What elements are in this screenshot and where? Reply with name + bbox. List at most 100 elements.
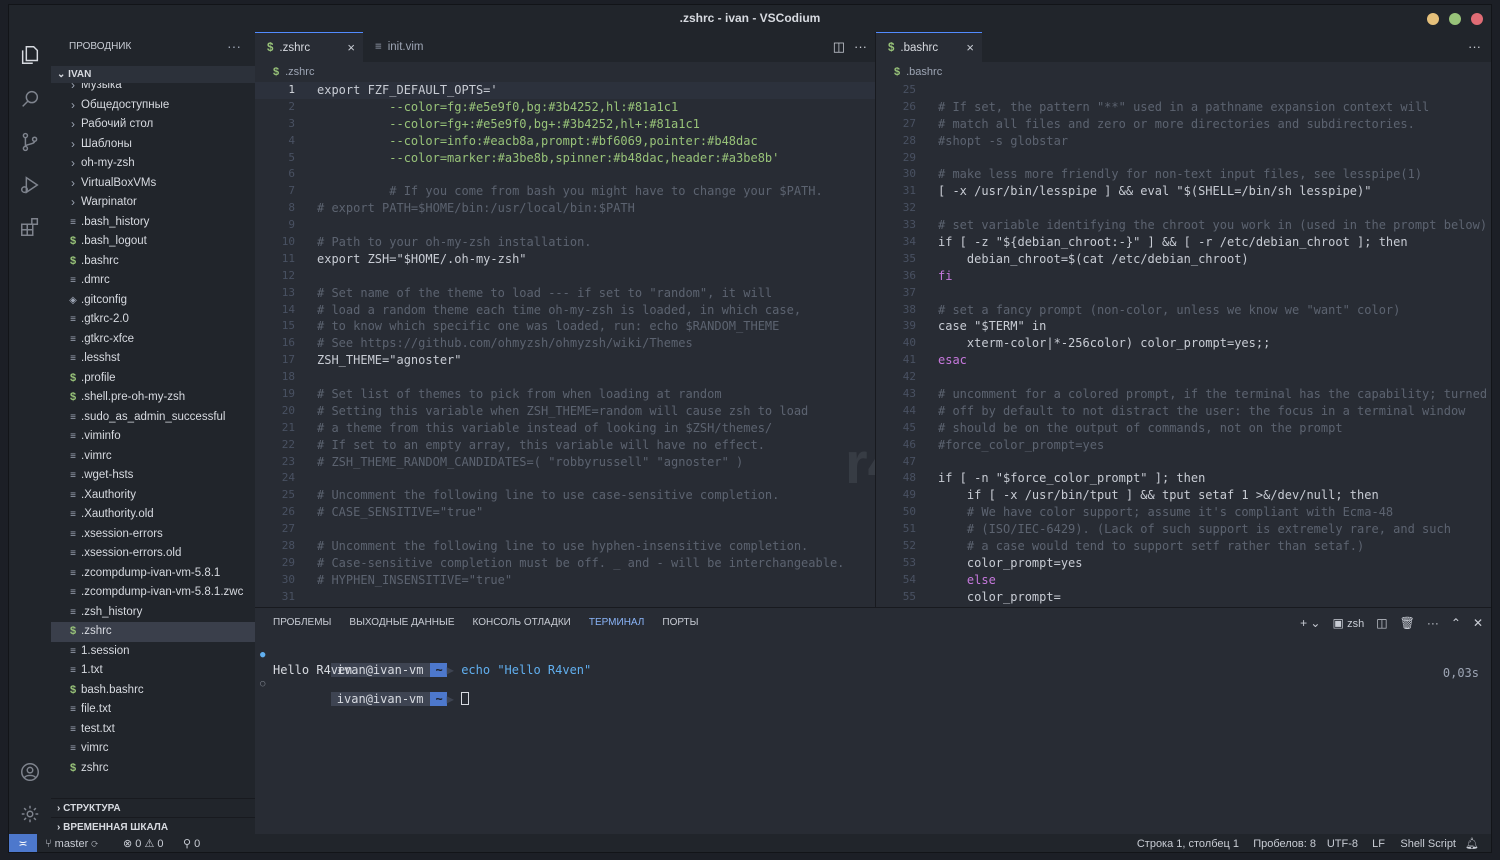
tree-item[interactable]: ◈ .gitconfig <box>51 291 255 311</box>
explorer-icon[interactable] <box>15 40 45 70</box>
ports-status[interactable]: ⚲ 0 <box>183 834 200 852</box>
tree-item[interactable]: ≡ .viminfo <box>51 427 255 447</box>
source-control-icon[interactable] <box>15 127 45 157</box>
tree-item[interactable]: › Рабочий стол <box>51 115 255 135</box>
minimize-button[interactable] <box>1427 13 1439 25</box>
tree-item[interactable]: › oh-my-zsh <box>51 154 255 174</box>
panel-tab[interactable]: ТЕРМИНАЛ <box>589 608 645 638</box>
prompt-arrow-icon: ▶ <box>446 691 454 706</box>
breadcrumb-file[interactable]: .bashrc <box>906 66 942 78</box>
tree-item[interactable]: ≡ .sudo_as_admin_successful <box>51 408 255 428</box>
tree-item[interactable]: ≡ .Xauthority.old <box>51 505 255 525</box>
close-tab-button[interactable]: × <box>966 33 974 63</box>
maximize-button[interactable] <box>1449 13 1461 25</box>
tree-item[interactable]: ≡ .zsh_history <box>51 603 255 623</box>
new-terminal-icon[interactable]: + ⌄ <box>1300 616 1320 630</box>
tree-item[interactable]: ≡ .wget-hsts <box>51 466 255 486</box>
line-text: # If set to an empty array, this variabl… <box>317 437 765 452</box>
breadcrumb: $ .zshrc <box>255 62 875 82</box>
tree-item[interactable]: ≡ test.txt <box>51 720 255 740</box>
tree-item[interactable]: ≡ file.txt <box>51 700 255 720</box>
outline-section[interactable]: › СТРУКТУРА <box>51 798 255 817</box>
panel-tab[interactable]: ПРОБЛЕМЫ <box>273 608 331 638</box>
tree-item-label: .shell.pre-oh-my-zsh <box>81 391 186 403</box>
timeline-section[interactable]: › ВРЕМЕННАЯ ШКАЛА <box>51 817 255 834</box>
tree-item[interactable]: $ .shell.pre-oh-my-zsh <box>51 388 255 408</box>
tree-item[interactable]: $ .profile <box>51 369 255 389</box>
panel-tab[interactable]: ВЫХОДНЫЕ ДАННЫЕ <box>349 608 454 638</box>
panel-tab[interactable]: КОНСОЛЬ ОТЛАДКИ <box>473 608 571 638</box>
tree-item[interactable]: ≡ .gtkrc-xfce <box>51 330 255 350</box>
terminal[interactable]: ● ivan@ivan-vm ~ ▶ echo "Hello R4ven" Hello… <box>260 648 591 706</box>
tree-item[interactable]: › Шаблоны <box>51 135 255 155</box>
tree-item[interactable]: ≡ .lesshst <box>51 349 255 369</box>
tree-item[interactable]: › VirtualBoxVMs <box>51 174 255 194</box>
panel-tab[interactable]: ПОРТЫ <box>662 608 698 638</box>
tab-bashrc[interactable]: $ .bashrc × <box>876 32 982 62</box>
tree-item[interactable]: ≡ .zcompdump-ivan-vm-5.8.1.zwc <box>51 583 255 603</box>
file-lines-icon: ≡ <box>70 528 76 540</box>
tree-item[interactable]: ≡ .bash_history <box>51 213 255 233</box>
problems-status[interactable]: ⊗ 0 ⚠ 0 <box>123 834 164 852</box>
tree-item[interactable]: ≡ vimrc <box>51 739 255 759</box>
tree-item[interactable]: ≡ 1.txt <box>51 661 255 681</box>
close-panel-icon[interactable]: ✕ <box>1473 616 1483 630</box>
line-text: ZSH_THEME="agnoster" <box>317 353 462 368</box>
close-window-button[interactable] <box>1471 13 1483 25</box>
tab-init-vim[interactable]: ≡ init.vim <box>363 32 463 62</box>
maximize-panel-icon[interactable]: ⌃ <box>1451 616 1461 630</box>
tree-item-label: bash.bashrc <box>81 683 144 696</box>
notifications-bell-icon[interactable]: 🔔︎ <box>1465 834 1479 852</box>
branch-status[interactable]: ⑂ master ⟳ <box>45 834 98 852</box>
tree-item[interactable]: $ .bash_logout <box>51 232 255 252</box>
tree-item[interactable]: › Общедоступные <box>51 96 255 116</box>
shell-file-icon: $ <box>69 254 77 267</box>
breadcrumb-file[interactable]: .zshrc <box>285 66 314 78</box>
tree-item[interactable]: ≡ .dmrc <box>51 271 255 291</box>
indentation[interactable]: Пробелов: 8 <box>1253 834 1316 852</box>
search-icon[interactable] <box>15 84 45 114</box>
tree-item-label: VirtualBoxVMs <box>81 176 157 189</box>
settings-gear-icon[interactable] <box>15 799 45 829</box>
editor-more-button[interactable]: ··· <box>854 32 867 61</box>
terminal-output: Hello R4ven <box>273 662 353 677</box>
tree-item[interactable]: › Warpinator <box>51 193 255 213</box>
tree-item[interactable]: $ bash.bashrc <box>51 681 255 701</box>
tab-zshrc[interactable]: $ .zshrc × <box>255 32 363 62</box>
tree-item[interactable]: ≡ .xsession-errors <box>51 525 255 545</box>
language-mode[interactable]: Shell Script <box>1400 834 1456 852</box>
tree-item[interactable]: $ .bashrc <box>51 252 255 272</box>
close-tab-button[interactable]: × <box>347 33 355 63</box>
terminal-icon[interactable]: ▣ zsh <box>1333 616 1365 630</box>
line-number: 33 <box>902 218 916 232</box>
remote-icon[interactable]: ≍ <box>9 834 37 852</box>
run-debug-icon[interactable] <box>15 170 45 200</box>
code-line: 31 <box>255 589 875 606</box>
code-area-right[interactable]: 25 26 # If set, the pattern "**" used in a… <box>876 82 1491 606</box>
cursor-position[interactable]: Строка 1, столбец 1 <box>1137 834 1239 852</box>
split-terminal-icon[interactable]: ◫ <box>1376 616 1387 630</box>
line-number: 13 <box>281 285 295 299</box>
encoding[interactable]: UTF-8 <box>1327 834 1358 852</box>
tree-item[interactable]: $ .zshrc <box>51 622 255 642</box>
extensions-icon[interactable] <box>15 212 45 242</box>
code-line: 47 <box>876 454 1491 471</box>
line-number: 7 <box>288 184 295 198</box>
tree-item[interactable]: ≡ .gtkrc-2.0 <box>51 310 255 330</box>
code-line: 46 #force_color_prompt=yes <box>876 437 1491 454</box>
trash-icon[interactable]: 🗑 <box>1400 616 1415 630</box>
code-area-left[interactable]: 1 export FZF_DEFAULT_OPTS=' 2 --color=fg:#… <box>255 82 875 606</box>
tree-item[interactable]: $ zshrc <box>51 759 255 779</box>
tree-item[interactable]: ≡ 1.session <box>51 642 255 662</box>
explorer-more-button[interactable]: ··· <box>227 32 241 60</box>
tree-item[interactable]: ≡ .xsession-errors.old <box>51 544 255 564</box>
workspace-folder-header[interactable]: ⌄ IVAN <box>51 66 255 83</box>
account-icon[interactable] <box>15 757 45 787</box>
tree-item[interactable]: ≡ .vimrc <box>51 447 255 467</box>
tree-item[interactable]: ≡ .zcompdump-ivan-vm-5.8.1 <box>51 564 255 584</box>
editor-more-button[interactable]: ··· <box>1468 32 1481 61</box>
line-ending[interactable]: LF <box>1372 834 1385 852</box>
panel-more-button[interactable]: ··· <box>1427 616 1439 630</box>
split-editor-icon[interactable]: ◫ <box>833 32 845 62</box>
tree-item[interactable]: ≡ .Xauthority <box>51 486 255 506</box>
